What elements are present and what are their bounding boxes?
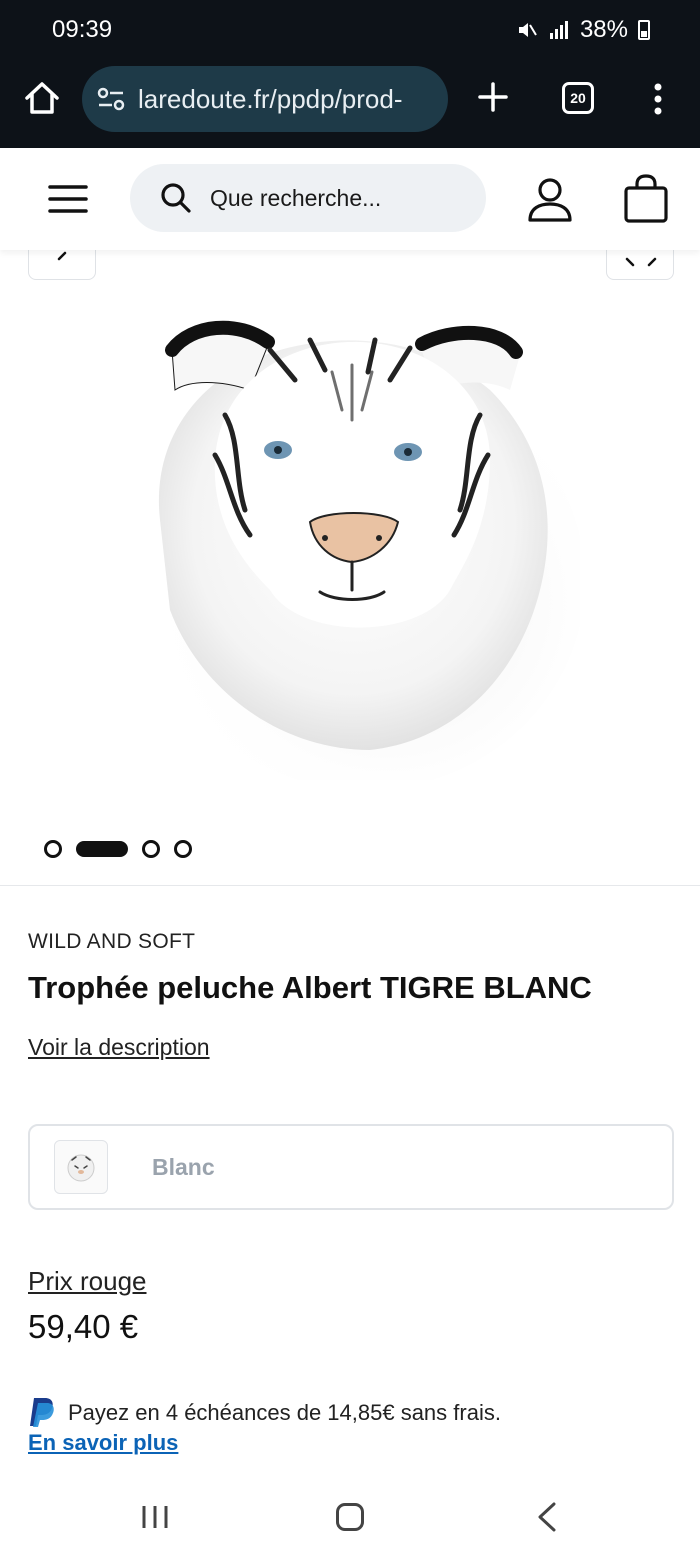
gallery-dot[interactable] — [142, 840, 160, 858]
gallery-dot[interactable] — [174, 840, 192, 858]
battery-level: 38% — [579, 16, 628, 43]
expand-icon — [625, 257, 657, 267]
signal-icon — [549, 21, 568, 39]
tiger-thumb-icon — [67, 1154, 95, 1182]
gallery-dot-active[interactable] — [76, 841, 128, 857]
home-icon[interactable] — [22, 78, 62, 118]
search-placeholder: Que recherche... — [210, 184, 382, 211]
gallery-pagination — [44, 840, 192, 858]
paypal-installments-text: Payez en 4 échéances de 14,85€ sans frai… — [68, 1400, 501, 1425]
product-price: 59,40 € — [28, 1308, 139, 1345]
product-image — [145, 320, 580, 780]
recent-apps-icon[interactable] — [140, 1504, 170, 1530]
site-header: Que recherche... — [0, 148, 700, 250]
system-home-icon[interactable] — [336, 1503, 364, 1531]
battery-icon — [638, 20, 650, 40]
more-vert-icon[interactable] — [650, 82, 666, 116]
gallery-dot[interactable] — [44, 840, 62, 858]
product-brand: WILD AND SOFT — [28, 930, 196, 953]
menu-icon[interactable] — [48, 184, 88, 214]
description-link[interactable]: Voir la description — [28, 1034, 210, 1061]
browser-chrome: 09:39 38% laredoute.fr/ppdp/prod- 20 — [0, 0, 700, 148]
system-nav-bar — [0, 1476, 700, 1556]
search-input[interactable]: Que recherche... — [130, 164, 486, 232]
search-icon — [161, 183, 191, 213]
product-title: Trophée peluche Albert TIGRE BLANC — [28, 970, 592, 1005]
url-text[interactable]: laredoute.fr/ppdp/prod- — [138, 84, 403, 115]
product-gallery[interactable] — [0, 250, 700, 886]
url-bar[interactable]: laredoute.fr/ppdp/prod- — [82, 66, 448, 132]
gallery-expand-button[interactable] — [606, 250, 674, 280]
variant-label: Blanc — [152, 1153, 215, 1180]
mute-icon — [518, 23, 537, 37]
system-back-icon[interactable] — [536, 1502, 558, 1532]
paypal-learn-more-link[interactable]: En savoir plus — [28, 1430, 178, 1456]
gallery-back-button[interactable] — [28, 250, 96, 280]
tabs-icon[interactable]: 20 — [562, 82, 594, 114]
account-icon[interactable] — [526, 176, 574, 224]
paypal-icon — [30, 1398, 54, 1427]
site-settings-icon[interactable] — [96, 86, 126, 112]
status-time: 09:39 — [52, 16, 113, 43]
color-selector[interactable]: Blanc — [28, 1124, 674, 1210]
price-label[interactable]: Prix rouge — [28, 1266, 147, 1297]
variant-thumbnail — [54, 1140, 108, 1194]
status-icons: 38% — [516, 16, 650, 44]
chevron-left-icon — [57, 251, 67, 261]
plus-icon[interactable] — [476, 80, 510, 114]
bag-icon[interactable] — [622, 174, 670, 224]
